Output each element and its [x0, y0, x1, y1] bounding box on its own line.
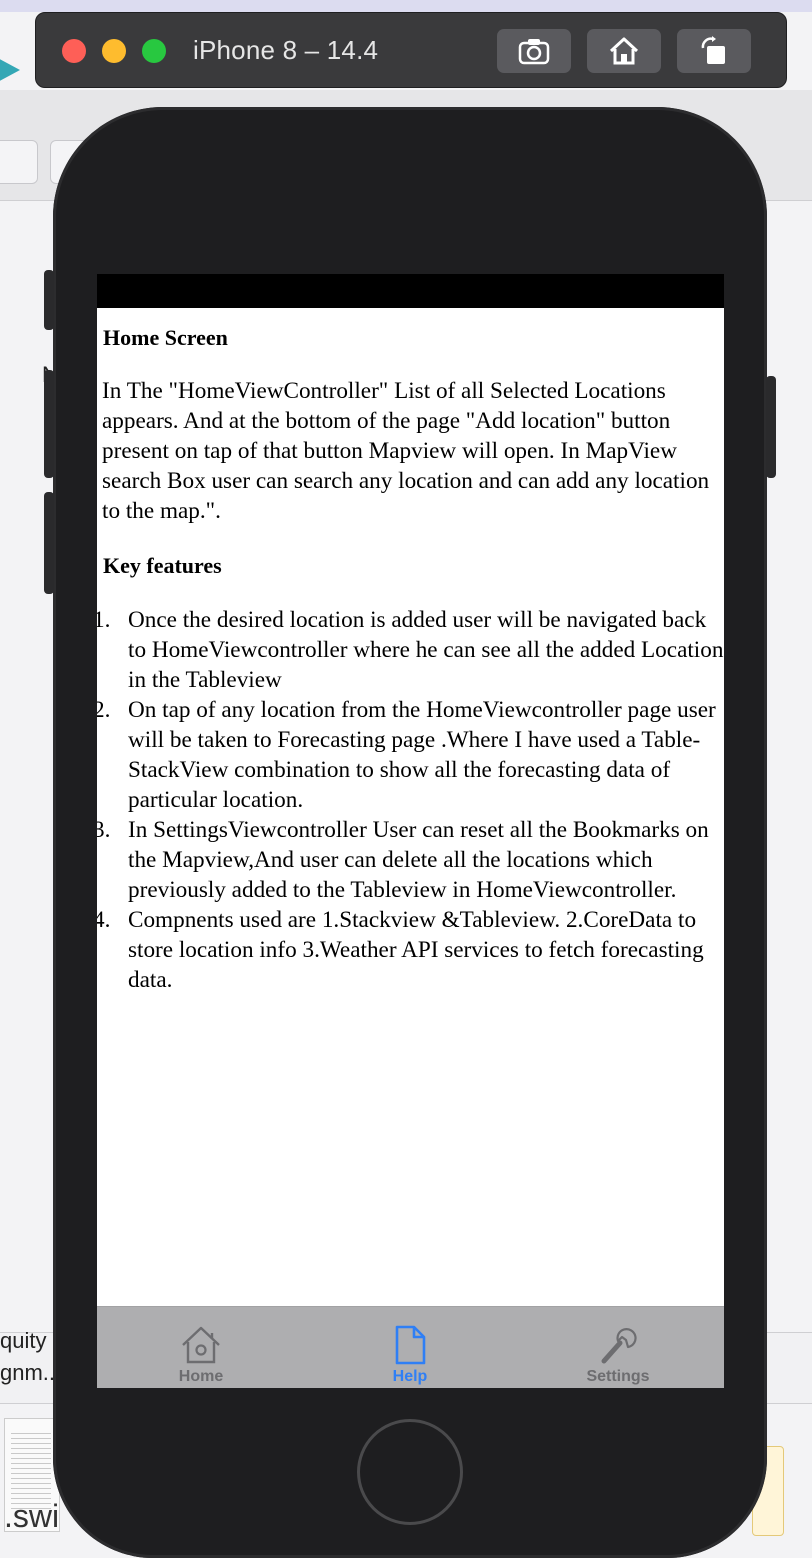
list-item-text: Once the desired location is added user … — [128, 607, 724, 693]
list-item: 4. Compnents used are 1.Stackview &Table… — [97, 905, 724, 995]
device-screen: Home Screen In The "HomeViewController" … — [97, 274, 724, 1388]
side-label: quity — [0, 1328, 47, 1353]
list-item-text: Compnents used are 1.Stackview &Tablevie… — [128, 907, 704, 993]
list-item-text: In SettingsViewcontroller User can reset… — [128, 817, 709, 903]
key-features-heading: Key features — [103, 553, 222, 578]
rotate-icon — [701, 36, 725, 64]
tab-home[interactable]: Home — [141, 1307, 261, 1388]
window-title: iPhone 8 – 14.4 — [193, 35, 379, 65]
mute-switch — [44, 270, 54, 330]
tab-bar: Home Help Settings — [97, 1306, 724, 1388]
tab-settings-label: Settings — [586, 1368, 650, 1385]
list-item-number: 4. — [97, 907, 111, 933]
list-item: 2. On tap of any location from the HomeV… — [97, 695, 724, 815]
home-icon — [609, 37, 639, 65]
list-item-text: On tap of any location from the HomeView… — [128, 697, 716, 813]
volume-down-button — [44, 492, 54, 594]
wrench-icon — [601, 1328, 637, 1364]
document-icon — [395, 1325, 426, 1365]
tab-help[interactable]: Help — [350, 1307, 470, 1388]
zoom-button[interactable] — [142, 39, 166, 63]
side-label: gnm... — [0, 1360, 62, 1385]
list-item-number: 1. — [97, 607, 111, 633]
rotate-button[interactable] — [677, 29, 751, 73]
list-item-number: 2. — [97, 697, 111, 723]
list-item-number: 3. — [97, 817, 111, 843]
help-content: Home Screen In The "HomeViewController" … — [97, 308, 724, 1304]
simulator-titlebar: iPhone 8 – 14.4 — [35, 12, 787, 88]
close-button[interactable] — [62, 39, 86, 63]
home-button[interactable] — [587, 29, 661, 73]
library-button[interactable] — [0, 140, 38, 184]
tab-help-label: Help — [392, 1368, 428, 1385]
list-item: 3. In SettingsViewcontroller User can re… — [97, 815, 724, 905]
volume-up-button — [44, 370, 54, 478]
status-bar — [97, 274, 724, 308]
minimize-button[interactable] — [102, 39, 126, 63]
tab-home-label: Home — [178, 1368, 224, 1385]
list-item: 1. Once the desired location is added us… — [97, 605, 724, 695]
power-button — [766, 376, 776, 478]
screenshot-icon — [518, 39, 550, 65]
device-home-button[interactable] — [357, 1419, 463, 1525]
features-list: 1. Once the desired location is added us… — [97, 605, 724, 995]
run-icon[interactable] — [0, 56, 20, 84]
screenshot-button[interactable] — [497, 29, 571, 73]
tab-settings[interactable]: Settings — [558, 1307, 678, 1388]
file-label: .swi — [4, 1498, 60, 1534]
home-screen-description: In The "HomeViewController" List of all … — [102, 378, 710, 524]
house-icon — [182, 1326, 220, 1364]
home-screen-heading: Home Screen — [103, 325, 228, 350]
